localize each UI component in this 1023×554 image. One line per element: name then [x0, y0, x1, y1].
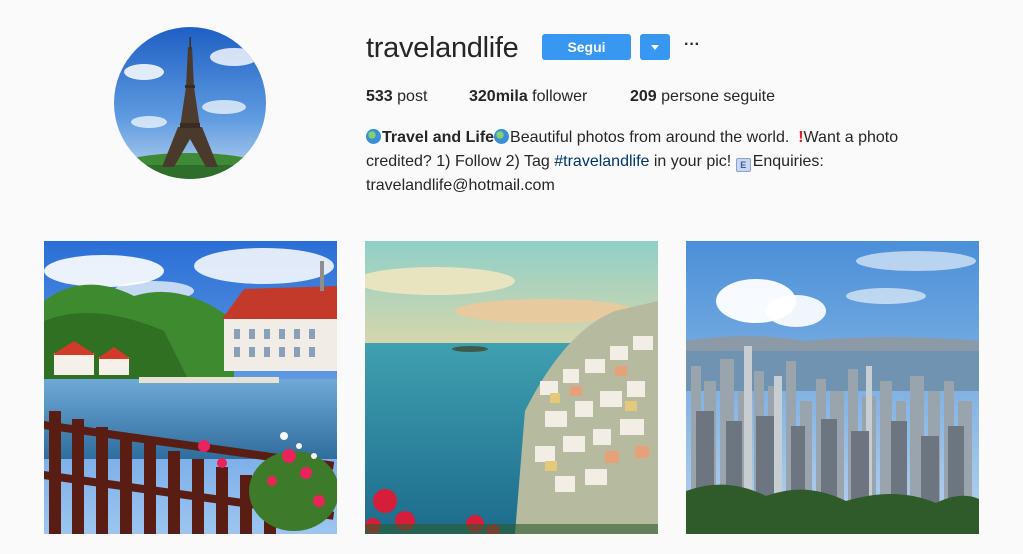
post-tile[interactable] [44, 241, 337, 534]
eiffel-tower-photo [114, 27, 266, 179]
bio-text-1: Beautiful photos from around the world. [510, 129, 790, 146]
following-label: persone seguite [661, 88, 776, 105]
followers-stat[interactable]: 320mila follower [469, 88, 587, 106]
following-count: 209 [630, 88, 657, 105]
profile-avatar [114, 27, 266, 179]
posts-grid [0, 241, 1023, 534]
castle-lake-photo [44, 241, 337, 534]
profile-username: travelandlife [366, 32, 519, 64]
globe-icon [366, 129, 381, 144]
posts-stat: 533 post [366, 88, 427, 106]
following-stat[interactable]: 209 persone seguite [630, 88, 775, 106]
followers-count: 320mila [469, 88, 528, 105]
caret-down-icon [651, 45, 659, 50]
city-skyline-photo [686, 241, 979, 534]
profile-bio: Travel and Life Beautiful photos from aro… [366, 126, 966, 198]
posts-label: post [397, 88, 428, 105]
posts-count: 533 [366, 88, 393, 105]
bio-text-5: Enquiries: [752, 153, 824, 170]
bio-hashtag-link[interactable]: #travelandlife [554, 153, 649, 170]
post-tile[interactable] [365, 241, 658, 534]
post-tile[interactable] [686, 241, 979, 534]
globe-icon [494, 129, 510, 144]
bio-text-2: Want a photo [803, 129, 899, 146]
bio-email: travelandlife@hotmail.com [366, 177, 555, 194]
followers-label: follower [532, 88, 588, 105]
more-options-button[interactable]: ··· [684, 34, 700, 60]
coastal-town-photo [365, 241, 658, 534]
follow-button[interactable]: Segui [542, 34, 631, 60]
bio-text-3: credited? 1) Follow 2) Tag [366, 153, 550, 170]
bio-text-4: in your pic! [653, 153, 732, 170]
email-icon: E [735, 158, 751, 172]
bio-name: Travel and Life [382, 129, 495, 146]
suggestions-dropdown-button[interactable] [640, 34, 670, 60]
